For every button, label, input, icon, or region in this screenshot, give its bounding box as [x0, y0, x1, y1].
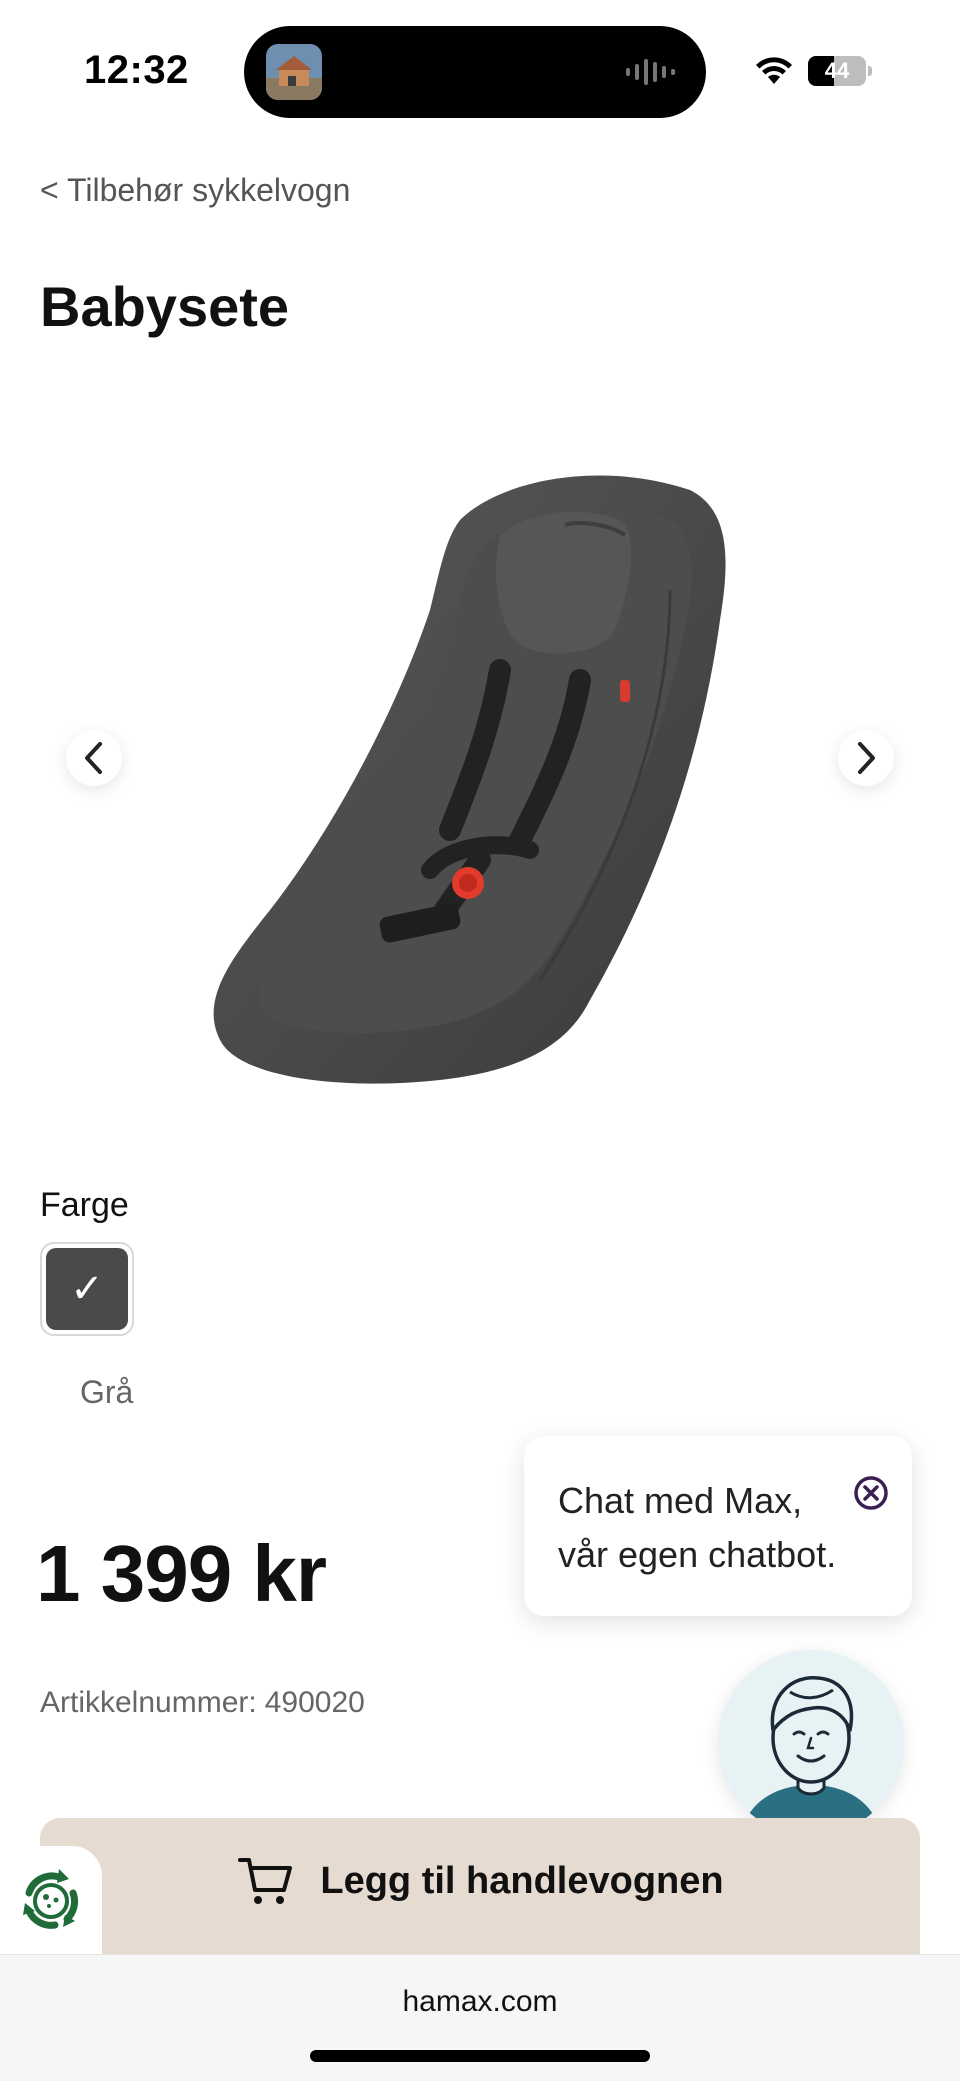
chevron-left-icon [85, 742, 102, 774]
color-swatch-fill: ✓ [46, 1248, 128, 1330]
add-to-cart-button[interactable]: Legg til handlevognen [40, 1818, 920, 1958]
now-playing-thumbnail [266, 44, 322, 100]
chatbot-prompt-bubble[interactable]: Chat med Max, vår egen chatbot. [524, 1436, 912, 1616]
chatbot-avatar-icon [740, 1676, 882, 1836]
chatbot-prompt-line2: vår egen chatbot. [558, 1534, 837, 1575]
audio-wave-icon [626, 59, 675, 85]
chatbot-prompt-line1: Chat med Max, [558, 1480, 803, 1521]
shopping-cart-icon [238, 1858, 293, 1904]
page-title: Babysete [40, 275, 290, 338]
color-name: Grå [80, 1374, 134, 1410]
status-clock: 12:32 [84, 48, 189, 92]
browser-domain[interactable]: hamax.com [0, 1985, 960, 2019]
color-swatch-gray[interactable]: ✓ [40, 1242, 134, 1336]
chatbot-avatar-button[interactable] [718, 1650, 904, 1836]
recycle-badge-icon [23, 1869, 79, 1929]
article-number-label: Artikkelnummer: [40, 1686, 257, 1719]
carousel-prev-button[interactable] [66, 730, 122, 786]
checkmark-icon: ✓ [70, 1267, 104, 1311]
color-label: Farge [40, 1186, 129, 1224]
battery-percentage: 44 [824, 58, 850, 83]
wifi-icon [756, 57, 792, 84]
home-indicator[interactable] [310, 2050, 650, 2062]
article-number-value: 490020 [264, 1686, 365, 1719]
product-image-baby-seat [213, 475, 726, 1084]
status-bar: 12:32 44 [0, 0, 960, 140]
product-price: 1 399 kr [36, 1529, 327, 1618]
dynamic-island[interactable] [244, 26, 706, 118]
article-number: Artikkelnummer: 490020 [40, 1686, 365, 1720]
chevron-right-icon [858, 742, 875, 774]
close-circle-icon[interactable] [852, 1474, 890, 1512]
product-image-carousel[interactable] [0, 400, 960, 1120]
chatbot-prompt-text: Chat med Max, vår egen chatbot. [558, 1474, 878, 1582]
carousel-next-button[interactable] [838, 730, 894, 786]
add-to-cart-label: Legg til handlevognen [320, 1859, 724, 1902]
breadcrumb-back-link[interactable]: < Tilbehør sykkelvogn [40, 172, 350, 209]
eco-badge-button[interactable] [0, 1846, 102, 1956]
battery-icon: 44 [808, 56, 872, 86]
